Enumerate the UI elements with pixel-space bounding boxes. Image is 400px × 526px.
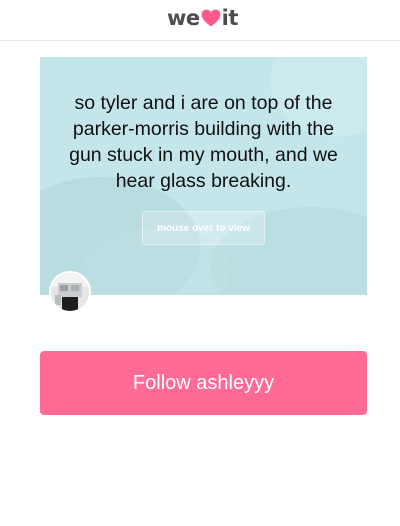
weheartit-logo[interactable]: we it	[167, 4, 238, 32]
user-avatar-image	[51, 273, 89, 311]
logo-text-we: we	[167, 6, 200, 30]
quote-text: so tyler and i are on top of the parker-…	[69, 92, 338, 192]
top-bar: we it	[0, 0, 400, 41]
avatar[interactable]	[49, 271, 91, 313]
follow-button[interactable]: Follow ashleyyy	[40, 351, 367, 415]
mouse-over-to-view-button[interactable]: mouse over to view	[142, 211, 265, 245]
post-image[interactable]: so tyler and i are on top of the parker-…	[40, 57, 367, 295]
heart-icon	[201, 9, 221, 27]
logo-text-it: it	[221, 6, 239, 30]
